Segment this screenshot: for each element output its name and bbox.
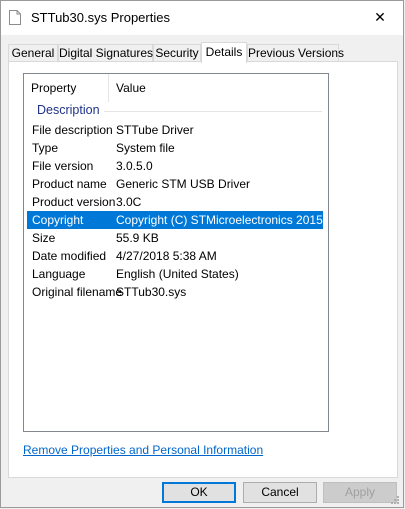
list-item[interactable]: Date modified 4/27/2018 5:38 AM [27,247,323,265]
cancel-button[interactable]: Cancel [243,482,317,503]
property-name: Size [32,231,56,245]
list-header: Property Value [24,74,328,102]
list-item[interactable]: Type System file [27,139,323,157]
property-value: Copyright (C) STMicroelectronics 2015 [116,213,323,227]
details-panel: Property Value Description File descript… [8,61,398,478]
list-item[interactable]: File description STTube Driver [27,121,323,139]
list-item-selected[interactable]: Copyright Copyright (C) STMicroelectroni… [27,211,323,229]
properties-window: STTub30.sys Properties ✕ General Digital… [0,0,404,508]
property-value: STTube Driver [116,123,194,137]
group-divider [104,111,322,112]
list-item[interactable]: File version 3.0.5.0 [27,157,323,175]
resize-grip-icon[interactable] [390,494,400,504]
property-value: English (United States) [116,267,239,281]
property-name: Date modified [32,249,107,263]
property-name: File description [32,123,113,137]
tab-previous-versions[interactable]: Previous Versions [247,44,344,62]
title-bar: STTub30.sys Properties ✕ [1,1,403,35]
details-list[interactable]: Property Value Description File descript… [23,73,329,432]
column-divider[interactable] [108,74,109,102]
list-item[interactable]: Product version 3.0C [27,193,323,211]
property-value: System file [116,141,175,155]
column-header-value[interactable]: Value [116,81,146,95]
list-item[interactable]: Language English (United States) [27,265,323,283]
property-value: 4/27/2018 5:38 AM [116,249,217,263]
list-item[interactable]: Original filename STTub30.sys [27,283,323,301]
property-name: Language [32,267,86,281]
property-value: 55.9 KB [116,231,159,245]
tab-details[interactable]: Details [201,42,247,63]
ok-button[interactable]: OK [162,482,236,503]
tab-general[interactable]: General [8,44,58,62]
remove-properties-link[interactable]: Remove Properties and Personal Informati… [23,443,263,457]
property-value: STTub30.sys [116,285,187,299]
tab-security[interactable]: Security [153,44,201,62]
property-value: 3.0C [116,195,142,209]
window-title: STTub30.sys Properties [31,10,170,25]
property-name: Product name [32,177,107,191]
group-header: Description [24,103,328,121]
list-item[interactable]: Size 55.9 KB [27,229,323,247]
close-icon: ✕ [374,9,386,25]
group-label: Description [37,103,100,117]
file-icon [9,10,21,25]
property-value: Generic STM USB Driver [116,177,251,191]
tab-digital-signatures[interactable]: Digital Signatures [58,44,153,62]
property-name: Original filename [32,285,123,299]
list-item[interactable]: Product name Generic STM USB Driver [27,175,323,193]
property-name: File version [32,159,94,173]
property-value: 3.0.5.0 [116,159,153,173]
property-name: Type [32,141,59,155]
property-name: Copyright [32,213,84,227]
property-name: Product version [32,195,116,209]
close-button[interactable]: ✕ [357,1,403,34]
apply-button[interactable]: Apply [323,482,397,503]
column-header-property[interactable]: Property [31,81,76,95]
